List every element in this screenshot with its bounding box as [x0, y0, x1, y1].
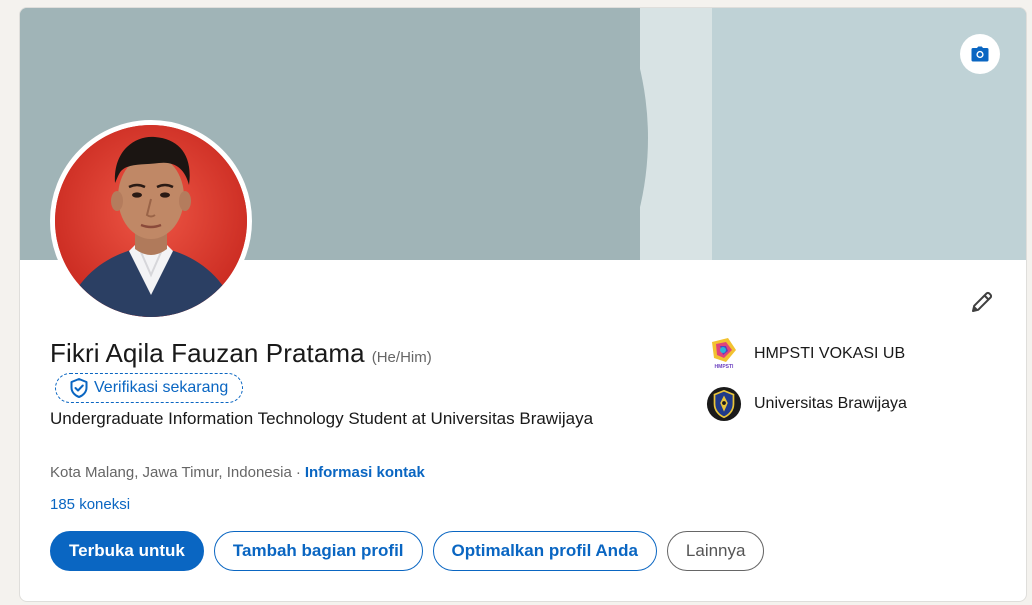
- profile-name: Fikri Aqila Fauzan Pratama: [50, 338, 365, 368]
- profile-location: Kota Malang, Jawa Timur, Indonesia: [50, 464, 292, 481]
- verify-label: Verifikasi sekarang: [94, 379, 229, 396]
- org-item-universitas-brawijaya[interactable]: Universitas Brawijaya: [706, 386, 907, 422]
- profile-card: Fikri Aqila Fauzan Pratama (He/Him) Veri…: [19, 7, 1027, 602]
- location-row: Kota Malang, Jawa Timur, Indonesia · Inf…: [50, 464, 425, 481]
- name-row: Fikri Aqila Fauzan Pratama (He/Him): [50, 338, 432, 369]
- optimize-profile-button[interactable]: Optimalkan profil Anda: [432, 531, 657, 571]
- profile-headline: Undergraduate Information Technology Stu…: [50, 409, 594, 428]
- pencil-icon: [972, 291, 993, 312]
- shield-check-icon: [70, 378, 88, 398]
- contact-info-link[interactable]: Informasi kontak: [305, 464, 425, 481]
- more-button[interactable]: Lainnya: [666, 531, 765, 571]
- profile-actions: Terbuka untuk Tambah bagian profil Optim…: [50, 531, 765, 571]
- hmpsti-logo-icon: HMPSTI: [706, 336, 742, 372]
- edit-intro-button[interactable]: [964, 284, 1000, 320]
- location-separator: ·: [295, 464, 301, 481]
- svg-text:HMPSTI: HMPSTI: [715, 364, 735, 370]
- org-name: HMPSTI VOKASI UB: [754, 345, 906, 362]
- open-to-button[interactable]: Terbuka untuk: [50, 531, 204, 571]
- connections-link[interactable]: 185 koneksi: [50, 496, 130, 513]
- profile-pronouns: (He/Him): [371, 349, 432, 366]
- org-name: Universitas Brawijaya: [754, 395, 907, 412]
- add-profile-section-button[interactable]: Tambah bagian profil: [213, 531, 423, 571]
- profile-avatar[interactable]: [50, 120, 252, 322]
- edit-banner-button[interactable]: [960, 34, 1000, 74]
- org-item-hmpsti[interactable]: HMPSTI HMPSTI VOKASI UB: [706, 336, 905, 372]
- camera-icon: [971, 46, 989, 62]
- ub-logo-icon: [706, 386, 742, 422]
- verify-now-button[interactable]: Verifikasi sekarang: [55, 373, 244, 403]
- avatar-photo: [55, 125, 247, 317]
